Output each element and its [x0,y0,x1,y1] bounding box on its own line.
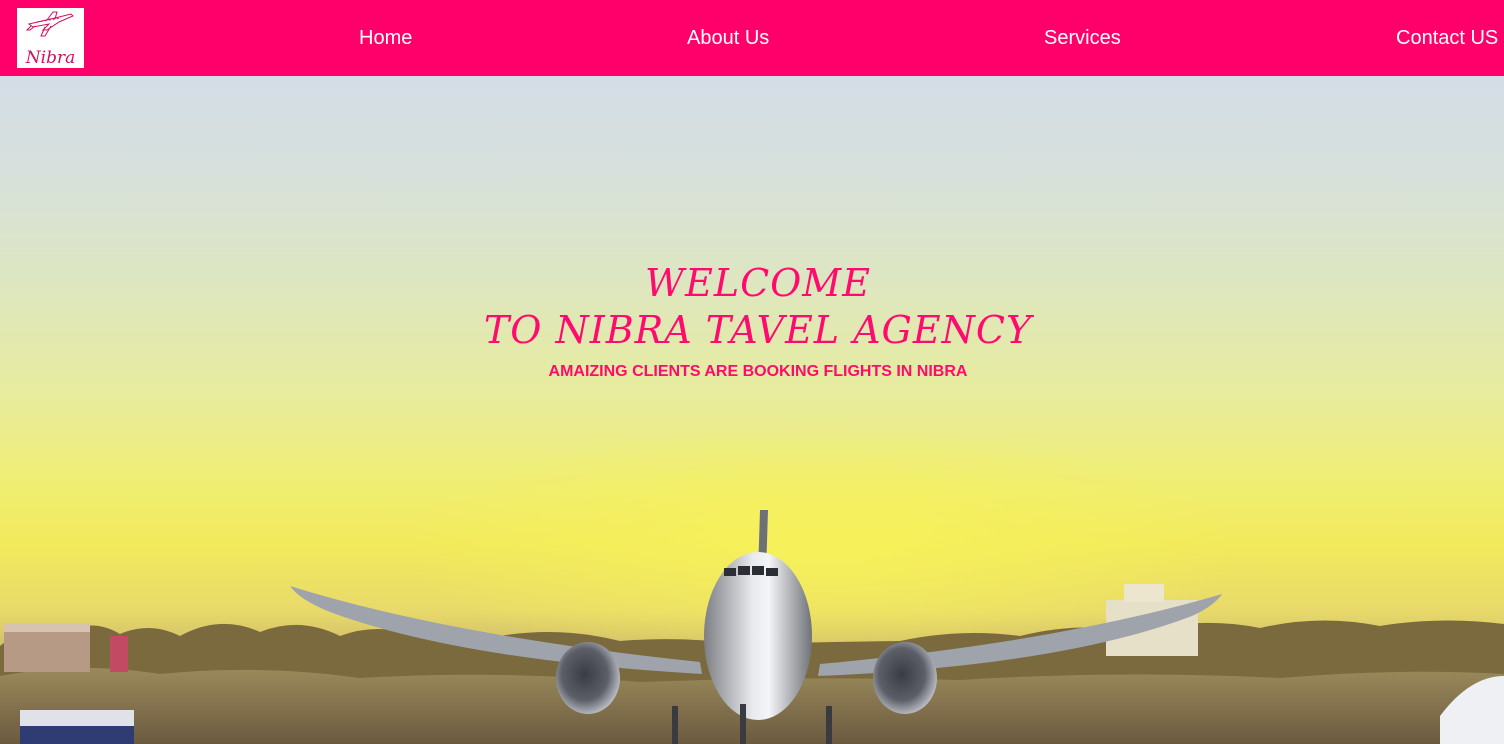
brand-logo-text: Nibra [25,48,76,68]
nav-services-link[interactable]: Services [1044,26,1121,50]
hero-title-line2: TO NIBRA TAVEL AGENCY [483,308,1033,352]
navbar: Nibra Home About Us Services Contact US [0,0,1504,76]
hero-background-image [0,426,1504,744]
hero-subtitle: AMAIZING CLIENTS ARE BOOKING FLIGHTS IN … [548,363,968,380]
hero-banner: WELCOME TO NIBRA TAVEL AGENCY AMAIZING C… [0,76,1504,744]
hero-title: WELCOME TO NIBRA TAVEL AGENCY [0,260,1504,354]
nav-home-link[interactable]: Home [359,26,412,50]
nav-about-link[interactable]: About Us [687,26,769,50]
nav-contact-link[interactable]: Contact US [1396,26,1498,50]
airplane-icon [25,11,74,37]
hero-title-line1: WELCOME [645,261,871,305]
brand-logo[interactable]: Nibra [17,8,84,68]
